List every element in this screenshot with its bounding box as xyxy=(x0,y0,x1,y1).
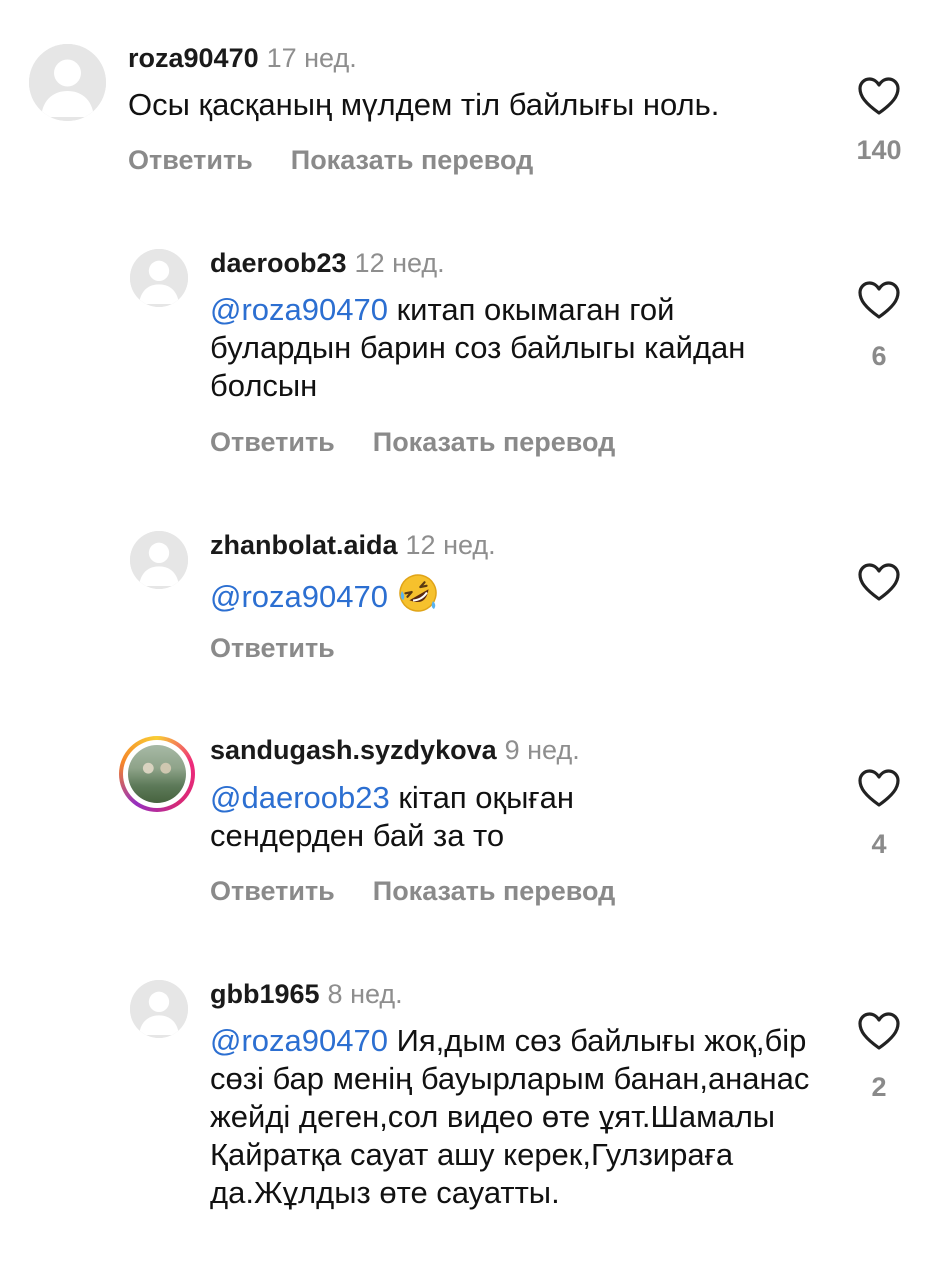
comment-time: 17 нед. xyxy=(266,43,357,73)
default-avatar-icon xyxy=(130,531,188,589)
comment-time: 12 нед. xyxy=(354,248,445,278)
rolling-on-floor-laughing-emoji-icon xyxy=(398,573,438,613)
heart-outline-icon xyxy=(858,769,900,807)
like-button[interactable] xyxy=(857,1011,901,1051)
comment-username[interactable]: sandugash.syzdykova xyxy=(210,735,497,765)
comment-time: 8 нед. xyxy=(327,979,403,1009)
reply-button[interactable]: Ответить xyxy=(210,427,335,457)
mention-link[interactable]: @roza90470 xyxy=(210,1023,388,1058)
like-count: 4 xyxy=(871,829,887,859)
like-button[interactable] xyxy=(857,76,901,116)
comment-time: 12 нед. xyxy=(405,530,496,560)
show-translation-button[interactable]: Показать перевод xyxy=(373,427,616,457)
heart-outline-icon xyxy=(858,1012,900,1050)
avatar[interactable] xyxy=(130,249,188,307)
like-button[interactable] xyxy=(857,280,901,320)
avatar-story-ring[interactable] xyxy=(119,736,195,812)
comment-text: @roza90470 Ия,дым сөз байлығы жоқ,бір сө… xyxy=(210,1022,822,1212)
avatar[interactable] xyxy=(130,531,188,589)
mention-link[interactable]: @roza90470 xyxy=(210,579,388,614)
comment-text: @roza90470 китап окымаган гой булардын б… xyxy=(210,291,770,405)
default-avatar-icon xyxy=(130,980,188,1038)
default-avatar-icon xyxy=(29,44,106,121)
comment-username[interactable]: daeroob23 xyxy=(210,248,347,278)
comment-username[interactable]: roza90470 xyxy=(128,43,259,73)
reply-button[interactable]: Ответить xyxy=(210,633,335,663)
comment-username[interactable]: zhanbolat.aida xyxy=(210,530,398,560)
comment-username[interactable]: gbb1965 xyxy=(210,979,320,1009)
comment-time: 9 нед. xyxy=(504,735,580,765)
heart-outline-icon xyxy=(858,563,900,601)
like-count: 6 xyxy=(871,341,887,371)
mention-link[interactable]: @roza90470 xyxy=(210,292,388,327)
reply-button[interactable]: Ответить xyxy=(210,876,335,906)
comment-body: Осы қасқаның мүлдем тіл байлығы ноль. xyxy=(128,87,720,122)
avatar[interactable] xyxy=(130,980,188,1038)
like-button[interactable] xyxy=(857,562,901,602)
avatar[interactable] xyxy=(29,44,106,121)
comment-text: Осы қасқаның мүлдем тіл байлығы ноль. xyxy=(128,86,828,124)
show-translation-button[interactable]: Показать перевод xyxy=(291,145,534,175)
like-count: 2 xyxy=(871,1072,887,1102)
reply-button[interactable]: Ответить xyxy=(128,145,253,175)
default-avatar-icon xyxy=(130,249,188,307)
avatar xyxy=(128,745,186,803)
heart-outline-icon xyxy=(858,77,900,115)
comment-text: @roza90470 xyxy=(210,573,770,616)
like-count: 140 xyxy=(856,135,902,165)
show-translation-button[interactable]: Показать перевод xyxy=(373,876,616,906)
heart-outline-icon xyxy=(858,281,900,319)
mention-link[interactable]: @daeroob23 xyxy=(210,780,390,815)
like-button[interactable] xyxy=(857,768,901,808)
comment-text: @daeroob23 кітап оқыған сендерден бай за… xyxy=(210,779,680,855)
